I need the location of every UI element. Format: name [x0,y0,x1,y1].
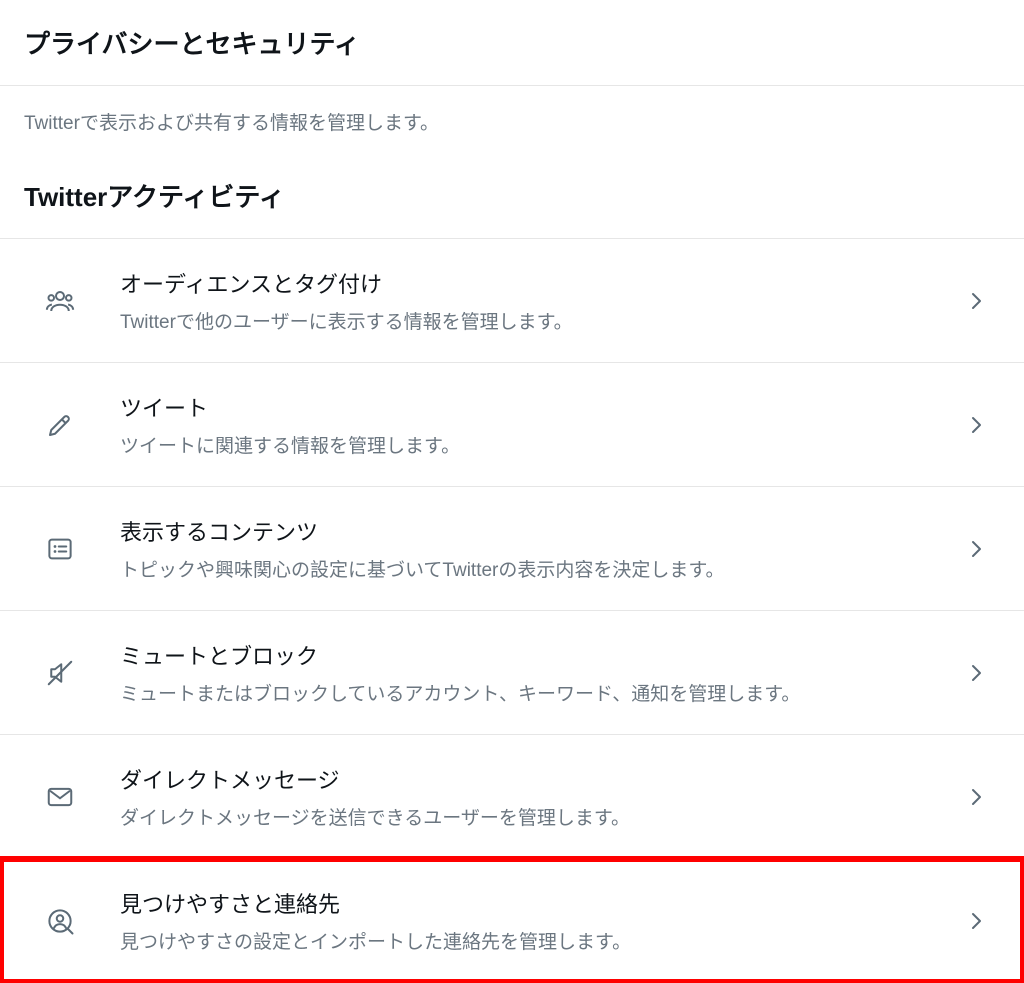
pencil-icon [24,410,96,440]
envelope-icon [24,782,96,812]
row-description: 見つけやすさの設定とインポートした連絡先を管理します。 [120,927,952,954]
row-title: 見つけやすさと連絡先 [120,887,952,919]
chevron-right-icon [952,909,1000,933]
row-body: 見つけやすさと連絡先見つけやすさの設定とインポートした連絡先を管理します。 [96,887,952,954]
settings-row-mute[interactable]: ミュートとブロックミュートまたはブロックしているアカウント、キーワード、通知を管… [0,610,1024,734]
row-description: ツイートに関連する情報を管理します。 [120,431,952,458]
row-body: ダイレクトメッセージダイレクトメッセージを送信できるユーザーを管理します。 [96,763,952,830]
settings-row-envelope[interactable]: ダイレクトメッセージダイレクトメッセージを送信できるユーザーを管理します。 [0,734,1024,858]
row-title: オーディエンスとタグ付け [120,267,952,299]
chevron-right-icon [952,289,1000,313]
row-body: ツイートツイートに関連する情報を管理します。 [96,391,952,458]
chevron-right-icon [952,661,1000,685]
person-search-icon [24,906,96,936]
chevron-right-icon [952,785,1000,809]
mute-icon [24,658,96,688]
row-title: ミュートとブロック [120,639,952,671]
row-body: ミュートとブロックミュートまたはブロックしているアカウント、キーワード、通知を管… [96,639,952,706]
settings-row-people[interactable]: オーディエンスとタグ付け Twitterで他のユーザーに表示する情報を管理します。 [0,238,1024,362]
people-icon [24,286,96,316]
row-description: ミュートまたはブロックしているアカウント、キーワード、通知を管理します。 [120,679,952,706]
row-body: オーディエンスとタグ付け Twitterで他のユーザーに表示する情報を管理します。 [96,267,952,334]
chevron-right-icon [952,537,1000,561]
row-description: ダイレクトメッセージを送信できるユーザーを管理します。 [120,803,952,830]
settings-row-list[interactable]: 表示するコンテンツトピックや興味関心の設定に基づいてTwitterの表示内容を決… [0,486,1024,610]
row-title: ダイレクトメッセージ [120,763,952,795]
row-title: ツイート [120,391,952,423]
settings-row-pencil[interactable]: ツイートツイートに関連する情報を管理します。 [0,362,1024,486]
row-description: Twitterで他のユーザーに表示する情報を管理します。 [120,307,952,334]
settings-list: オーディエンスとタグ付け Twitterで他のユーザーに表示する情報を管理します。… [0,238,1024,983]
row-body: 表示するコンテンツトピックや興味関心の設定に基づいてTwitterの表示内容を決… [96,515,952,582]
row-description: トピックや興味関心の設定に基づいてTwitterの表示内容を決定します。 [120,555,952,582]
settings-row-person-search[interactable]: 見つけやすさと連絡先見つけやすさの設定とインポートした連絡先を管理します。 [0,858,1024,983]
chevron-right-icon [952,413,1000,437]
list-icon [24,534,96,564]
page-description: Twitterで表示および共有する情報を管理します。 [0,86,1024,157]
row-title: 表示するコンテンツ [120,515,952,547]
section-title: Twitterアクティビティ [0,157,1024,238]
page-title: プライバシーとセキュリティ [0,0,1024,85]
